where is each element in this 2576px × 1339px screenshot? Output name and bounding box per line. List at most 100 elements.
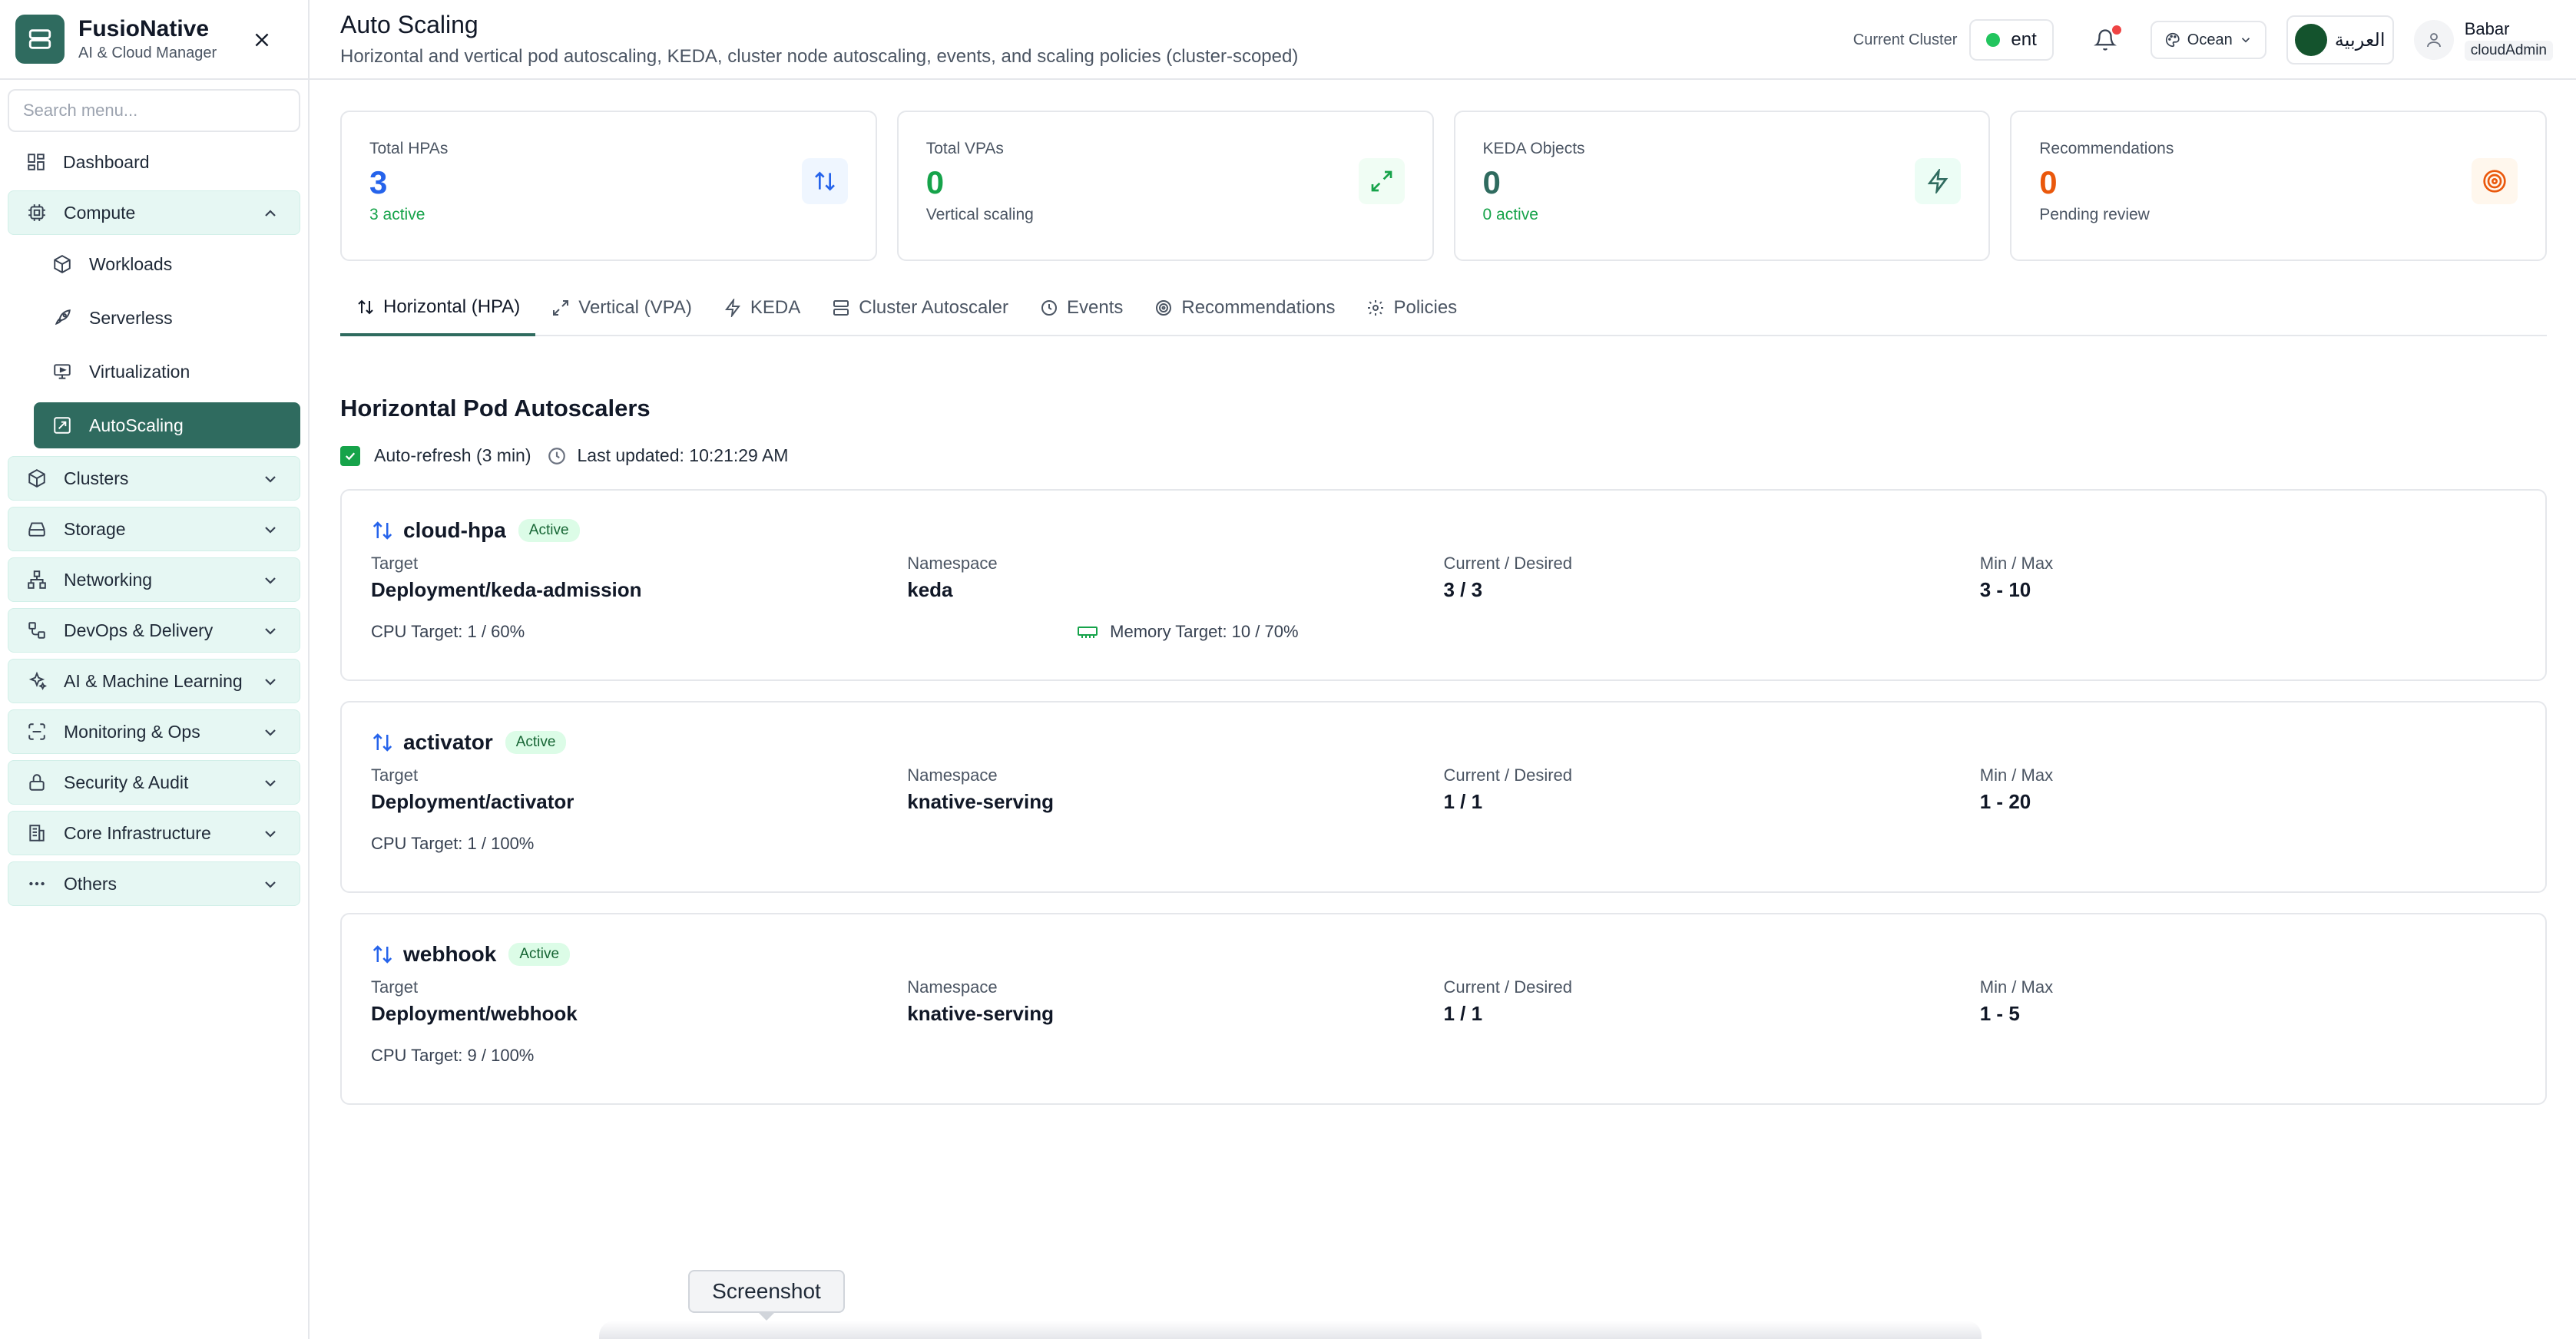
search-menu-input[interactable]: Search menu... bbox=[8, 89, 300, 132]
chevron-down-icon bbox=[265, 881, 276, 888]
compute-submenu: Workloads Serverless Virtualization Auto… bbox=[8, 241, 300, 448]
sidebar-group-core-infra[interactable]: Core Infrastructure bbox=[8, 811, 300, 855]
chevron-down-icon bbox=[265, 628, 276, 635]
cpu-icon bbox=[25, 201, 48, 224]
lightning-icon bbox=[723, 298, 743, 318]
chevron-down-icon bbox=[2241, 38, 2250, 43]
hpa-card[interactable]: activator Active Target Deployment/activa… bbox=[340, 701, 2547, 893]
screenshot-tooltip: Screenshot bbox=[688, 1270, 845, 1313]
min-max-value: 1 - 20 bbox=[1979, 790, 2031, 813]
hpa-card[interactable]: webhook Active Target Deployment/webhook … bbox=[340, 913, 2547, 1105]
user-avatar-icon bbox=[2413, 20, 2454, 60]
brand-header: FusioNative AI & Cloud Manager bbox=[0, 0, 308, 80]
tab-hpa[interactable]: Horizontal (HPA) bbox=[340, 281, 536, 336]
sidebar-group-others[interactable]: Others bbox=[8, 861, 300, 906]
tab-events[interactable]: Events bbox=[1024, 281, 1138, 335]
more-horizontal-icon bbox=[25, 872, 48, 895]
sidebar-group-security[interactable]: Security & Audit bbox=[8, 760, 300, 805]
sidebar-item-label: Workloads bbox=[89, 253, 173, 274]
hpa-name: cloud-hpa bbox=[403, 518, 506, 542]
sidebar-item-virtualization[interactable]: Virtualization bbox=[34, 349, 300, 395]
sidebar-item-label: Security & Audit bbox=[64, 772, 189, 792]
cluster-name: ent bbox=[2011, 29, 2037, 50]
scale-icon bbox=[51, 414, 74, 437]
tab-bar: Horizontal (HPA) Vertical (VPA) KEDA Clu… bbox=[340, 281, 2547, 336]
sidebar-item-dashboard[interactable]: Dashboard bbox=[8, 140, 300, 184]
current-desired-label: Current / Desired bbox=[1443, 554, 1573, 573]
tab-policies[interactable]: Policies bbox=[1350, 281, 1472, 335]
lock-icon bbox=[25, 771, 48, 794]
stat-card-recommendations: Recommendations 0 Pending review bbox=[2010, 111, 2547, 261]
target-label: Target bbox=[371, 554, 419, 573]
brand-subtitle: AI & Cloud Manager bbox=[78, 45, 217, 61]
tab-vpa[interactable]: Vertical (VPA) bbox=[535, 281, 707, 335]
sidebar-group-networking[interactable]: Networking bbox=[8, 557, 300, 602]
hpa-card[interactable]: cloud-hpa Active Target Deployment/keda-a… bbox=[340, 489, 2547, 681]
sidebar-group-storage[interactable]: Storage bbox=[8, 507, 300, 551]
sidebar-item-workloads[interactable]: Workloads bbox=[34, 241, 300, 287]
stat-label: KEDA Objects bbox=[1482, 140, 1585, 157]
stat-card-keda-objects: KEDA Objects 0 0 active bbox=[1453, 111, 1991, 261]
sidebar-item-label: Serverless bbox=[89, 307, 173, 328]
brand-name: FusioNative bbox=[78, 16, 210, 41]
server-logo-icon bbox=[15, 15, 65, 64]
tab-keda[interactable]: KEDA bbox=[707, 281, 816, 335]
chevron-down-icon bbox=[265, 831, 276, 838]
min-max-label: Min / Max bbox=[1979, 977, 2054, 997]
lightning-icon bbox=[1915, 158, 1962, 204]
arrows-up-down-icon bbox=[801, 158, 848, 204]
target-icon bbox=[2472, 158, 2518, 204]
main-content: Total HPAs 3 3 active Total VPAs 0 Verti… bbox=[340, 80, 2547, 1105]
sidebar-nav: Dashboard Compute Workloads Serverless V… bbox=[0, 132, 308, 906]
auto-refresh-checkbox[interactable] bbox=[340, 445, 360, 466]
stat-sub: 0 active bbox=[1482, 206, 1538, 223]
tab-label: Cluster Autoscaler bbox=[859, 297, 1008, 318]
target-label: Target bbox=[371, 977, 419, 997]
namespace-label: Namespace bbox=[907, 554, 998, 573]
bottom-toolbar-edge bbox=[599, 1321, 1982, 1339]
sidebar-group-devops[interactable]: DevOps & Delivery bbox=[8, 608, 300, 653]
min-max-value: 1 - 5 bbox=[1979, 1002, 2020, 1025]
user-menu[interactable]: Babar cloudAdmin bbox=[2413, 19, 2553, 61]
user-name: Babar bbox=[2464, 19, 2510, 38]
stat-value: 3 bbox=[369, 164, 388, 200]
cpu-target: CPU Target: 1 / 100% bbox=[371, 834, 535, 853]
scan-icon bbox=[25, 720, 48, 743]
sidebar-group-compute[interactable]: Compute bbox=[8, 190, 300, 235]
sidebar-item-label: Monitoring & Ops bbox=[64, 721, 200, 742]
section-title: Horizontal Pod Autoscalers bbox=[340, 395, 651, 422]
page-subtitle: Horizontal and vertical pod autoscaling,… bbox=[340, 46, 1299, 67]
sidebar-group-monitoring[interactable]: Monitoring & Ops bbox=[8, 709, 300, 754]
hpa-name: webhook bbox=[403, 942, 497, 966]
sidebar-group-ai-ml[interactable]: AI & Machine Learning bbox=[8, 659, 300, 703]
notification-badge bbox=[2111, 25, 2121, 35]
tab-cluster-autoscaler[interactable]: Cluster Autoscaler bbox=[816, 281, 1024, 335]
sidebar-item-label: DevOps & Delivery bbox=[64, 620, 214, 640]
tab-recommendations[interactable]: Recommendations bbox=[1138, 281, 1350, 335]
clock-icon bbox=[548, 447, 565, 465]
tab-label: Events bbox=[1067, 297, 1124, 318]
namespace-value: knative-serving bbox=[907, 1002, 1054, 1025]
chevron-down-icon bbox=[265, 679, 276, 686]
theme-selector[interactable]: Ocean bbox=[2150, 21, 2266, 59]
stat-sub: Pending review bbox=[2039, 206, 2150, 223]
auto-refresh-label: Auto-refresh (3 min) bbox=[374, 445, 531, 465]
sidebar-item-label: AI & Machine Learning bbox=[64, 670, 243, 691]
current-desired-label: Current / Desired bbox=[1443, 765, 1573, 785]
memory-icon bbox=[1078, 627, 1098, 638]
notifications-button[interactable] bbox=[2084, 19, 2126, 61]
sidebar-item-autoscaling[interactable]: AutoScaling bbox=[34, 402, 300, 448]
namespace-label: Namespace bbox=[907, 977, 998, 997]
theme-label: Ocean bbox=[2187, 31, 2233, 48]
server-icon bbox=[831, 298, 851, 318]
language-toggle[interactable]: العربية bbox=[2286, 15, 2394, 64]
status-badge: Active bbox=[505, 731, 567, 754]
close-icon[interactable] bbox=[248, 26, 276, 54]
sidebar-item-serverless[interactable]: Serverless bbox=[34, 295, 300, 341]
sidebar-item-label: Virtualization bbox=[89, 361, 190, 382]
stat-sub: Vertical scaling bbox=[925, 206, 1034, 223]
target-value: Deployment/activator bbox=[371, 790, 574, 813]
min-max-label: Min / Max bbox=[1979, 554, 2054, 573]
sidebar-group-clusters[interactable]: Clusters bbox=[8, 456, 300, 501]
cluster-selector[interactable]: ent bbox=[1969, 19, 2054, 61]
